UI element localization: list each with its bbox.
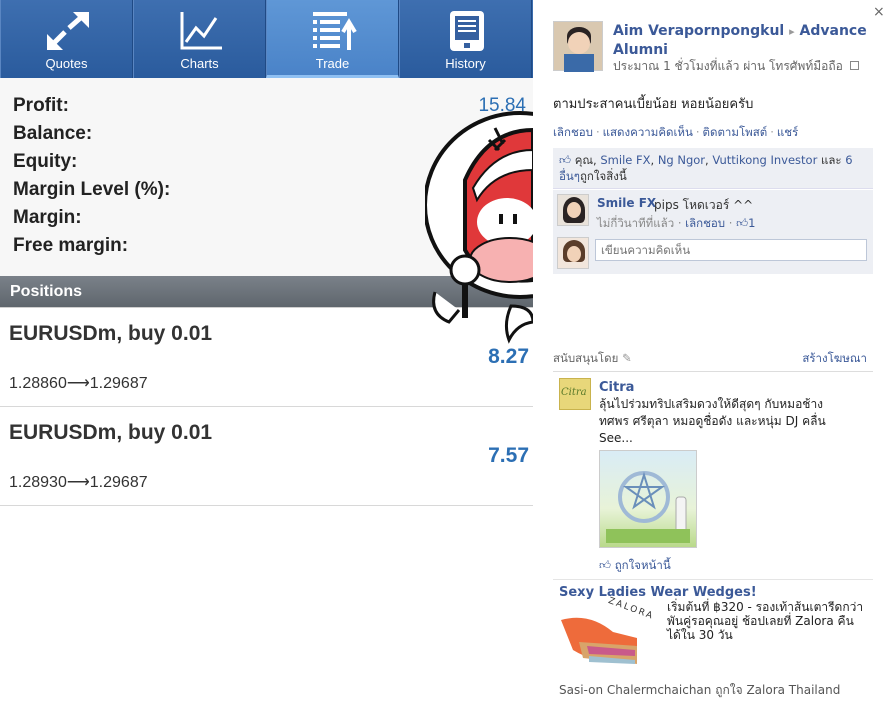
arrow-right-icon: ⟶ xyxy=(66,474,90,491)
margin-level-label: Margin Level (%): xyxy=(13,179,171,200)
ad-graphic xyxy=(606,471,690,543)
position-prices: 1.28860⟶1.29687 xyxy=(9,373,148,393)
likes-prefix: คุณ, xyxy=(574,153,597,167)
sponsored-label: สนับสนุนโดย xyxy=(553,351,619,365)
trade-list-icon xyxy=(313,12,357,50)
comment-like-count[interactable]: 👍︎1 xyxy=(736,216,755,230)
tab-history[interactable]: History xyxy=(399,0,532,78)
position-profit: 7.57 xyxy=(488,444,529,467)
comment-text: pips โหดเวอร์ ^^ xyxy=(654,198,754,212)
thumbs-up-icon: 👍︎ xyxy=(599,558,612,572)
thumbs-up-icon: 👍︎ xyxy=(559,153,572,167)
post-text: ตามประสาคนเบี้ยน้อย หอยน้อยครับ xyxy=(553,97,754,112)
close-icon[interactable]: × xyxy=(873,4,885,20)
facebook-panel: × Aim Verapornpongkul ▸ Advance Alumni ป… xyxy=(533,0,893,703)
arrow-right-icon: ⟶ xyxy=(66,375,90,392)
comment-link[interactable]: แสดงความคิดเห็น xyxy=(603,125,693,139)
laughing-mascot-sticker xyxy=(425,111,533,344)
tab-charts-label: Charts xyxy=(180,56,219,71)
liker-link[interactable]: Ng Ngor xyxy=(658,153,705,167)
chart-line-icon xyxy=(180,12,222,50)
trading-app: Quotes Charts Trade History Profit: 15.8… xyxy=(0,0,533,703)
post-meta: ประมาณ 1 ชั่วโมงที่แล้ว ผ่าน โทรศัพท์มือ… xyxy=(613,57,859,76)
tab-charts[interactable]: Charts xyxy=(133,0,266,78)
post-header: Aim Verapornpongkul ▸ Advance Alumni xyxy=(613,22,875,59)
audience-icon xyxy=(849,61,859,70)
comment-unlike-link[interactable]: เลิกชอบ xyxy=(685,216,725,230)
tab-history-label: History xyxy=(445,56,486,71)
divider xyxy=(553,579,873,580)
ad-social-context: Sasi-on Chalermchaichan ถูกใจ Zalora Tha… xyxy=(559,683,841,697)
wedge-shoe-image[interactable]: ZALORA xyxy=(559,596,659,676)
position-prices: 1.28930⟶1.29687 xyxy=(9,472,148,492)
ad-body: เริ่มต้นที่ ฿320 - รองเท้าส้นเตารีดกว่า … xyxy=(667,600,864,642)
current-price: 1.29687 xyxy=(89,474,148,491)
commenter-name[interactable]: Smile FX xyxy=(597,196,656,210)
tab-trade[interactable]: Trade xyxy=(266,0,399,78)
comment-input[interactable] xyxy=(595,239,867,261)
likes-summary: 👍︎ คุณ, Smile FX, Ng Ngor, Vuttikong Inv… xyxy=(553,148,873,189)
free-margin-label: Free margin: xyxy=(13,235,129,256)
quotes-arrows-icon xyxy=(47,12,89,50)
author-avatar[interactable] xyxy=(553,21,603,72)
my-avatar xyxy=(557,237,589,269)
history-tablet-icon xyxy=(450,11,484,51)
equity-label: Equity: xyxy=(13,151,78,172)
profit-label: Profit: xyxy=(13,95,69,116)
position-title: EURUSDm, buy 0.01 xyxy=(9,421,213,444)
divider xyxy=(553,371,873,372)
ad-like-link[interactable]: 👍︎ ถูกใจหน้านี้ xyxy=(599,557,671,575)
sponsored-header: สนับสนุนโดย ✎ สร้างโฆษณา xyxy=(553,350,867,368)
position-title: EURUSDm, buy 0.01 xyxy=(9,322,213,345)
tab-trade-label: Trade xyxy=(315,56,350,71)
tab-quotes[interactable]: Quotes xyxy=(0,0,133,78)
likes-suffix: ถูกใจสิ่งนี้ xyxy=(579,169,627,183)
comment-section: Smile FX pips โหดเวอร์ ^^ ไม่กี่วินาทีที… xyxy=(553,190,873,274)
comment-time: ไม่กี่วินาทีที่แล้ว xyxy=(597,216,675,230)
balance-label: Balance: xyxy=(13,123,93,144)
position-row[interactable]: EURUSDm, buy 0.01 7.57 1.28930⟶1.29687 xyxy=(0,408,533,506)
comment-meta: ไม่กี่วินาทีที่แล้ว · เลิกชอบ · 👍︎1 xyxy=(597,216,756,230)
tab-bar: Quotes Charts Trade History xyxy=(0,0,533,78)
commenter-avatar[interactable] xyxy=(557,194,589,226)
liker-link[interactable]: Smile FX xyxy=(600,153,650,167)
ad-body: ลุ้นไปร่วมทริปเสริมดวงให้ดีสุดๆ กับหมอช้… xyxy=(599,396,875,447)
margin-label: Margin: xyxy=(13,207,82,228)
citra-logo[interactable]: Citra xyxy=(559,378,591,410)
open-price: 1.28930 xyxy=(9,474,67,491)
post-meta-text: ประมาณ 1 ชั่วโมงที่แล้ว ผ่าน โทรศัพท์มือ… xyxy=(613,59,843,73)
post-actions: เลิกชอบ · แสดงความคิดเห็น · ติดตามโพสต์ · แชร์ xyxy=(553,125,799,139)
unlike-link[interactable]: เลิกชอบ xyxy=(553,125,593,139)
share-link[interactable]: แชร์ xyxy=(777,125,798,139)
open-price: 1.28860 xyxy=(9,375,67,392)
ad-title[interactable]: Citra xyxy=(599,380,634,395)
edit-icon: ✎ xyxy=(621,351,632,365)
tab-quotes-label: Quotes xyxy=(45,56,88,71)
ad-title[interactable]: Sexy Ladies Wear Wedges! xyxy=(559,585,757,600)
citra-ad-image[interactable] xyxy=(599,450,697,548)
likes-joiner: และ xyxy=(820,153,842,167)
arrow-icon: ▸ xyxy=(789,25,795,38)
thumbs-up-icon: 👍︎ xyxy=(736,216,749,230)
see-more-link[interactable]: See... xyxy=(599,430,875,447)
author-link[interactable]: Aim Verapornpongkul xyxy=(613,23,784,39)
follow-post-link[interactable]: ติดตามโพสต์ xyxy=(703,125,768,139)
current-price: 1.29687 xyxy=(89,375,148,392)
liker-link[interactable]: Vuttikong Investor xyxy=(712,153,817,167)
create-ad-link[interactable]: สร้างโฆษณา xyxy=(802,350,867,368)
